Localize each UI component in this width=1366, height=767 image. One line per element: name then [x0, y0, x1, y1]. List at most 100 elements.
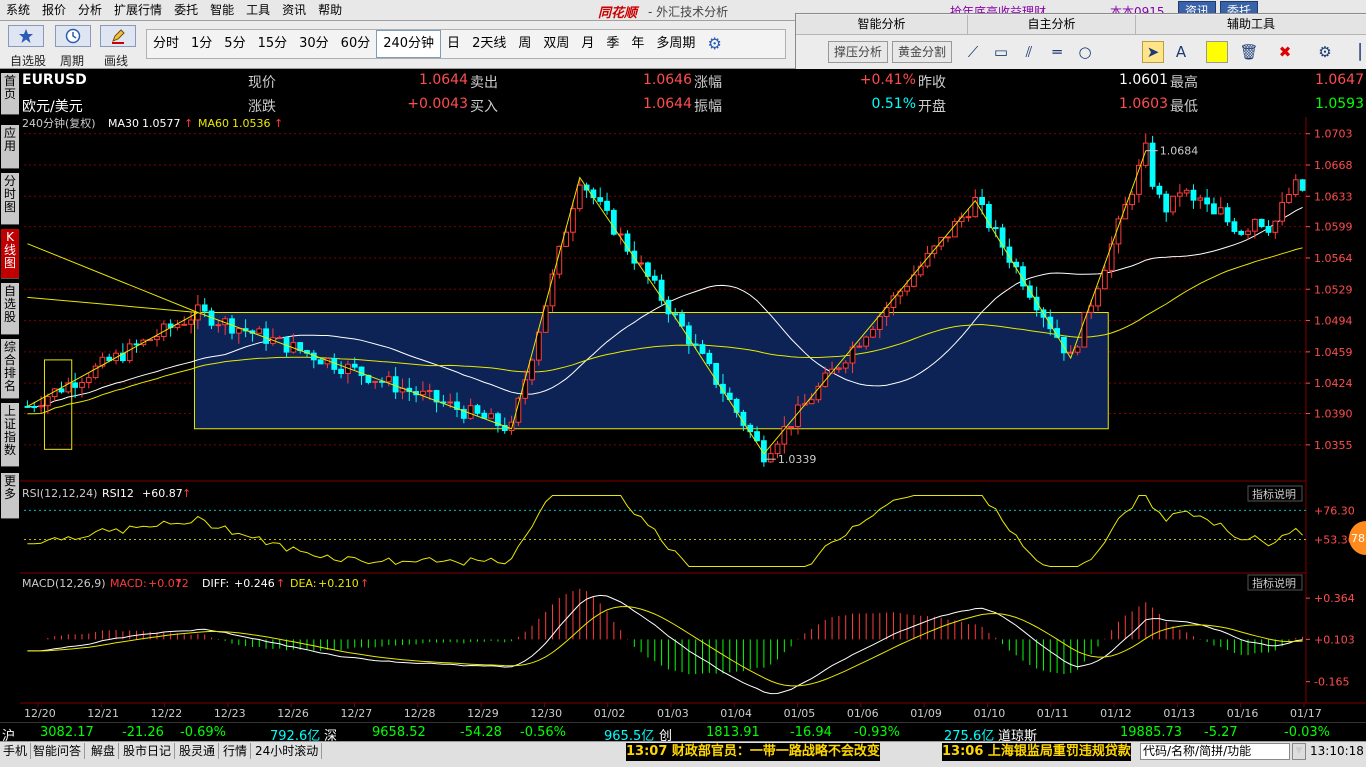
macd-tick-label: -0.165 — [1314, 676, 1349, 689]
value-bid: 1.0644 — [643, 96, 692, 112]
tab-24h-news[interactable]: 24小时滚动 — [252, 743, 323, 759]
golden-section-button[interactable]: 黄金分割 — [892, 41, 953, 63]
period-30min[interactable]: 30分 — [293, 31, 335, 57]
period-quarter[interactable]: 季 — [600, 31, 625, 57]
tab-smart-analysis[interactable]: 智能分析 — [796, 15, 968, 35]
period-week[interactable]: 周 — [512, 31, 537, 57]
sidebar-item-watchlist[interactable]: 自选股 — [1, 283, 19, 335]
candle-body — [1286, 193, 1292, 203]
tab-gulingtong[interactable]: 股灵通 — [176, 743, 220, 759]
tab-stock-diary[interactable]: 股市日记 — [120, 743, 176, 759]
period-60min[interactable]: 60分 — [335, 31, 377, 57]
support-resistance-button[interactable]: 撑压分析 — [828, 41, 889, 63]
menu-help[interactable]: 帮助 — [312, 0, 348, 20]
rectangle-icon[interactable]: ▭ — [990, 41, 1012, 63]
toolbar: 自选股 周期 画线 分时 1分 5分 15分 30分 60分 240分钟 日 2… — [0, 21, 795, 69]
candle-body — [1217, 207, 1224, 215]
pen-icon[interactable] — [100, 25, 136, 47]
settings-gear-icon[interactable]: ⚙ — [1314, 41, 1336, 63]
clock-icon[interactable] — [55, 25, 91, 47]
tab-mobile[interactable]: 手机 — [0, 743, 32, 759]
news-item-2[interactable]: 13:06 上海银监局重罚违规贷款 — [942, 743, 1131, 761]
value-last: 1.0644 — [419, 72, 468, 88]
y-tick-label: 1.0599 — [1314, 221, 1353, 234]
period-multi[interactable]: 多周期 — [650, 31, 701, 57]
sidebar-item-home[interactable]: 首页 — [1, 73, 19, 115]
candle-body — [624, 233, 631, 252]
macd-label: MACD(12,26,9) — [22, 577, 106, 590]
hline-icon[interactable]: ═ — [1046, 41, 1068, 63]
period-2week[interactable]: 双周 — [537, 31, 575, 57]
text-icon[interactable]: A — [1170, 41, 1192, 63]
tab-market-talk[interactable]: 解盘 — [88, 743, 120, 759]
menu-quote[interactable]: 报价 — [36, 0, 72, 20]
period-day[interactable]: 日 — [441, 31, 466, 57]
menu-tools[interactable]: 工具 — [240, 0, 276, 20]
candle-body — [126, 343, 133, 362]
tab-self-analysis[interactable]: 自主分析 — [968, 15, 1136, 35]
eraser-icon[interactable]: 🗑 — [1238, 41, 1260, 63]
candle-body — [965, 216, 972, 219]
candle-body — [808, 399, 815, 405]
period-1min[interactable]: 1分 — [185, 31, 218, 57]
y-tick-label: 1.0564 — [1314, 252, 1353, 265]
menu-info[interactable]: 资讯 — [276, 0, 312, 20]
menu-trade[interactable]: 委托 — [168, 0, 204, 20]
macd-help-text[interactable]: 指标说明 — [1252, 576, 1296, 590]
watchlist-label[interactable]: 自选股 — [10, 52, 46, 69]
period-2day[interactable]: 2天线 — [466, 31, 512, 57]
cursor-icon[interactable]: ➤ — [1142, 41, 1164, 63]
period-timeshare[interactable]: 分时 — [147, 31, 185, 57]
candle-body — [904, 285, 910, 292]
period-15min[interactable]: 15分 — [252, 31, 294, 57]
macd-name: MACD: — [110, 577, 147, 590]
candle-body — [385, 376, 392, 383]
x-tick-label: 01/10 — [974, 707, 1006, 720]
gear-icon[interactable]: ⚙ — [701, 31, 727, 57]
sidebar-item-more[interactable]: 更多 — [1, 473, 19, 519]
candle-body — [31, 406, 38, 409]
search-input[interactable]: 代码/名称/简拼/功能 — [1140, 743, 1290, 760]
sidebar-item-sh-index[interactable]: 上证指数 — [1, 403, 19, 467]
trendline-icon[interactable]: ⟋ — [962, 41, 984, 63]
period-240min[interactable]: 240分钟 — [376, 30, 442, 58]
y-tick-label: 1.0424 — [1314, 377, 1353, 390]
sidebar-item-ranking[interactable]: 综合排名 — [1, 339, 19, 399]
delete-icon[interactable]: ✖ — [1274, 41, 1296, 63]
circle-icon[interactable]: ○ — [1074, 41, 1096, 63]
color-picker-icon[interactable] — [1206, 41, 1228, 63]
rsi-help-text[interactable]: 指标说明 — [1252, 487, 1296, 501]
menu-analysis[interactable]: 分析 — [72, 0, 108, 20]
period-month[interactable]: 月 — [575, 31, 600, 57]
period-label[interactable]: 周期 — [60, 52, 84, 69]
tab-smart-qa[interactable]: 智能问答 — [30, 743, 86, 759]
period-5min[interactable]: 5分 — [218, 31, 251, 57]
draw-label[interactable]: 画线 — [104, 52, 128, 69]
news-item-1[interactable]: 13:07 财政部官员：一带一路战略不会改变 — [626, 743, 880, 761]
tab-aux-tools[interactable]: 辅助工具 — [1136, 15, 1366, 35]
period-year[interactable]: 年 — [625, 31, 650, 57]
parallel-line-icon[interactable]: ⫽ — [1018, 41, 1040, 63]
consolidation-box — [193, 312, 1109, 430]
candle-body — [215, 324, 222, 327]
candle-body — [1176, 192, 1183, 197]
candle-body — [72, 382, 79, 388]
star-icon[interactable] — [8, 25, 44, 47]
sidebar-item-timeshare[interactable]: 分时图 — [1, 173, 19, 225]
tab-quotes[interactable]: 行情 — [220, 743, 252, 759]
candle-body — [426, 390, 433, 393]
candle-body — [38, 405, 44, 408]
label-amplitude: 振幅 — [694, 99, 722, 115]
sidebar-item-kline[interactable]: K线图 — [1, 229, 19, 279]
menu-ext-market[interactable]: 扩展行情 — [108, 0, 168, 20]
menu-system[interactable]: 系统 — [0, 0, 36, 20]
candle-body — [372, 380, 379, 383]
dropdown-arrow-icon[interactable]: ▼ — [1292, 743, 1306, 760]
floating-badge-text[interactable]: 78 — [1351, 532, 1365, 545]
more-icon[interactable]: ▕ — [1344, 41, 1366, 63]
x-tick-label: 01/16 — [1227, 707, 1259, 720]
candle-body — [1279, 201, 1286, 222]
menu-smart[interactable]: 智能 — [204, 0, 240, 20]
sidebar-item-apps[interactable]: 应用 — [1, 125, 19, 169]
kline-chart[interactable]: 1.0684 1.0339 1.0703 1.0668 1.0633 1.0599 1.0… — [20, 117, 1366, 722]
